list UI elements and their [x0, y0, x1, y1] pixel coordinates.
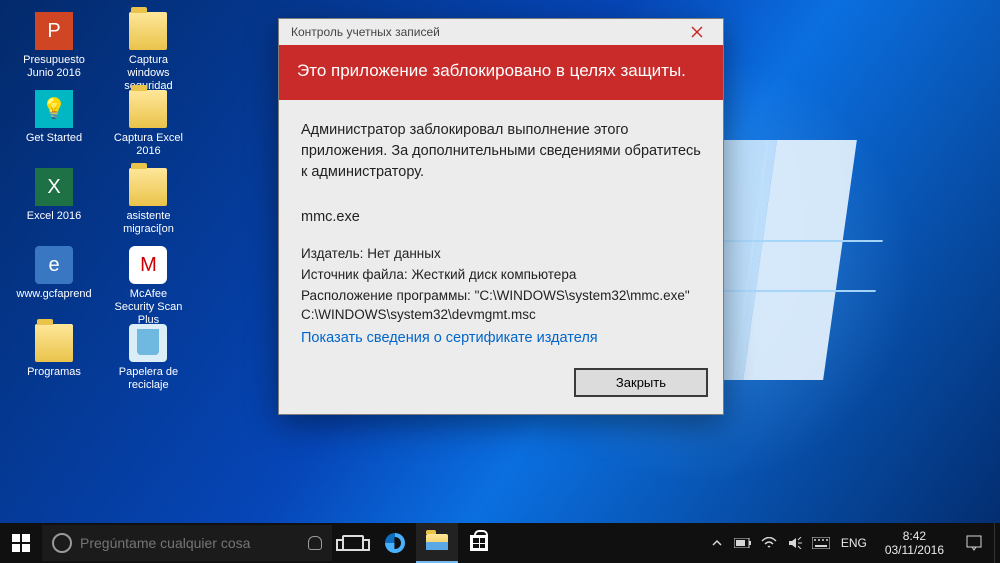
close-dialog-button[interactable]: Закрыть: [575, 369, 707, 396]
bulb-icon: 💡: [35, 90, 73, 128]
tray-wifi[interactable]: [757, 523, 781, 563]
desktop-icon-excel[interactable]: X Excel 2016: [14, 164, 94, 242]
dialog-button-row: Закрыть: [279, 369, 723, 414]
recycle-bin-icon: [129, 324, 167, 362]
volume-icon: [788, 537, 802, 549]
desktop-icon-asistente[interactable]: asistente migraci[on: [108, 164, 188, 242]
store-icon: [470, 535, 488, 551]
icon-label: www.gcfaprend: [16, 288, 91, 300]
tray-chevron[interactable]: [705, 523, 729, 563]
chevron-up-icon: [712, 538, 722, 548]
desktop-icon-captura-windows[interactable]: Captura windows seguridad: [108, 8, 188, 86]
cortana-search[interactable]: [42, 525, 332, 561]
tray-battery[interactable]: [731, 523, 755, 563]
clock-time: 8:42: [885, 529, 944, 543]
dialog-titlebar[interactable]: Контроль учетных записей: [279, 19, 723, 45]
cortana-icon: [52, 533, 72, 553]
desktop-icon-recycle-bin[interactable]: Papelera de reciclaje: [108, 320, 188, 398]
mcafee-icon: M: [129, 246, 167, 284]
origin-row: Источник файла: Жесткий диск компьютера: [301, 265, 701, 284]
powerpoint-icon: P: [35, 12, 73, 50]
desktop-icon-gcf[interactable]: e www.gcfaprend: [14, 242, 94, 320]
search-input[interactable]: [80, 535, 300, 551]
start-button[interactable]: [0, 523, 42, 563]
clock-date: 03/11/2016: [885, 543, 944, 557]
action-center-button[interactable]: [956, 523, 992, 563]
keyboard-icon: [812, 537, 830, 549]
taskbar-edge[interactable]: [374, 523, 416, 563]
desktop-icon-programas[interactable]: Programas: [14, 320, 94, 398]
icon-label: Captura Excel 2016: [114, 132, 183, 157]
tray-volume[interactable]: [783, 523, 807, 563]
icon-label: asistente migraci[on: [123, 210, 174, 235]
system-tray: ENG 8:42 03/11/2016: [705, 523, 1000, 563]
uac-dialog: Контроль учетных записей Это приложение …: [278, 18, 724, 415]
microphone-icon[interactable]: [308, 536, 322, 550]
folder-icon: [129, 12, 167, 50]
icon-label: Papelera de reciclaje: [119, 366, 178, 391]
desktop-icon-captura-excel[interactable]: Captura Excel 2016: [108, 86, 188, 164]
excel-icon: X: [35, 168, 73, 206]
language-indicator[interactable]: ENG: [835, 536, 873, 550]
certificate-link[interactable]: Показать сведения о сертификате издателя: [301, 328, 598, 349]
blocked-message: Администратор заблокировал выполнение эт…: [301, 120, 701, 183]
dialog-banner: Это приложение заблокировано в целях защ…: [279, 45, 723, 100]
desktop-icon-mcafee[interactable]: MMcAfee Security Scan Plus: [108, 242, 188, 320]
location-row: Расположение программы: "C:\WINDOWS\syst…: [301, 286, 701, 324]
folder-icon: [35, 324, 73, 362]
close-icon: [691, 26, 703, 38]
folder-icon: [129, 168, 167, 206]
desktop-icon-get-started[interactable]: 💡 Get Started: [14, 86, 94, 164]
show-desktop-button[interactable]: [994, 523, 1000, 563]
file-explorer-icon: [426, 534, 448, 550]
wifi-icon: [761, 537, 777, 549]
publisher-row: Издатель: Нет данных: [301, 244, 701, 263]
taskbar: ENG 8:42 03/11/2016: [0, 523, 1000, 563]
windows-logo-icon: [12, 534, 30, 552]
program-name: mmc.exe: [301, 207, 701, 228]
tray-keyboard[interactable]: [809, 523, 833, 563]
clock[interactable]: 8:42 03/11/2016: [875, 529, 954, 557]
desktop-icon-presupuesto[interactable]: P Presupuesto Junio 2016: [14, 8, 94, 86]
taskbar-explorer[interactable]: [416, 523, 458, 563]
task-view-icon: [342, 535, 364, 551]
notification-icon: [966, 535, 982, 551]
internet-shortcut-icon: e: [35, 246, 73, 284]
taskbar-store[interactable]: [458, 523, 500, 563]
icon-label: Get Started: [26, 132, 82, 144]
icon-label: Programas: [27, 366, 81, 378]
desktop-icons: P Presupuesto Junio 2016 💡 Get Started X Ex…: [14, 8, 198, 398]
dialog-body: Администратор заблокировал выполнение эт…: [279, 100, 723, 369]
icon-label: Excel 2016: [27, 210, 81, 222]
dialog-title: Контроль учетных записей: [291, 25, 440, 39]
close-button[interactable]: [679, 21, 715, 43]
folder-icon: [129, 90, 167, 128]
icon-label: Presupuesto Junio 2016: [23, 54, 85, 79]
battery-icon: [734, 538, 752, 548]
desktop[interactable]: P Presupuesto Junio 2016 💡 Get Started X Ex…: [0, 0, 1000, 563]
task-view-button[interactable]: [332, 523, 374, 563]
edge-icon: [385, 533, 405, 553]
